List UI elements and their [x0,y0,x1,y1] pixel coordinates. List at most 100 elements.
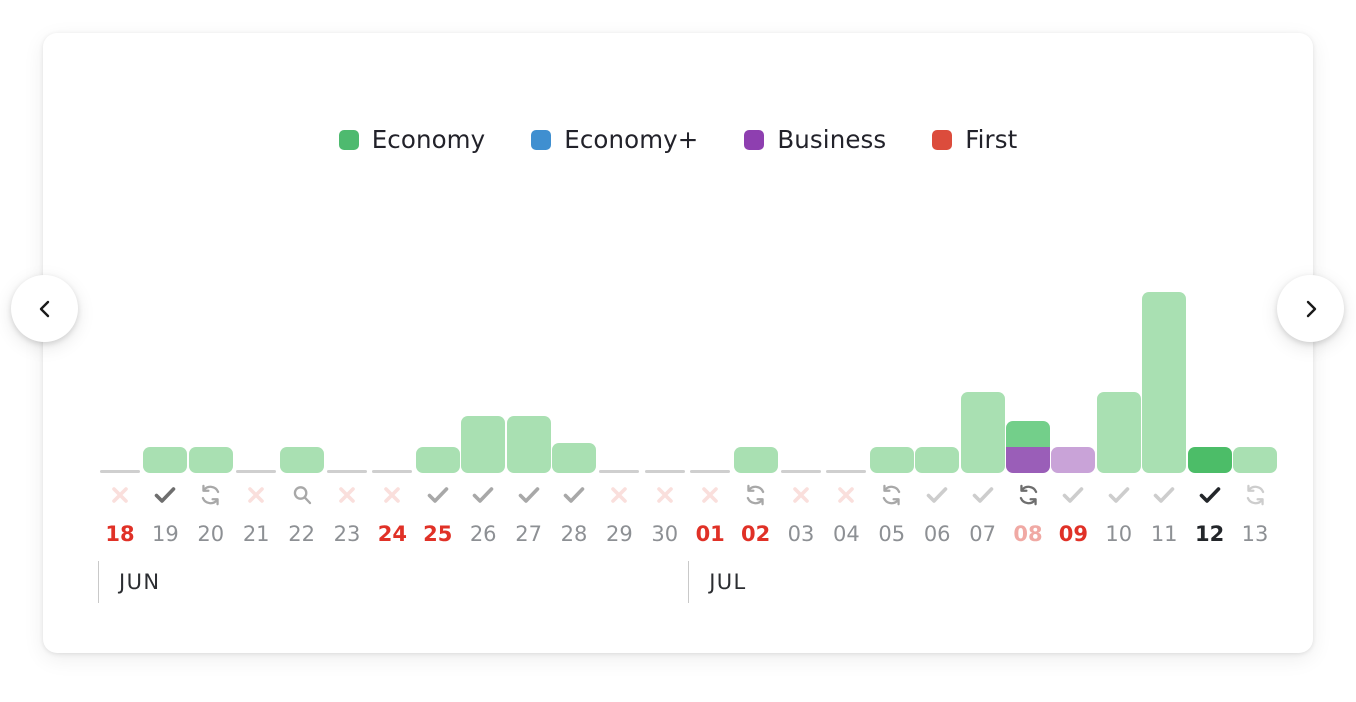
date-label[interactable]: 24 [370,519,414,549]
bar-stack[interactable] [1187,447,1232,473]
bar-stack[interactable] [1051,447,1096,473]
bar-column[interactable] [1142,33,1187,473]
bar-stack[interactable] [552,443,596,473]
check-icon[interactable] [961,476,1005,514]
x-icon[interactable] [98,476,142,514]
bar-stack[interactable] [1142,292,1187,473]
date-label[interactable]: 05 [870,519,914,549]
bar-column[interactable] [143,33,188,473]
x-icon[interactable] [325,476,369,514]
bar-column[interactable] [733,33,778,473]
bar-column[interactable] [960,33,1005,473]
date-label[interactable]: 10 [1097,519,1141,549]
bar-column[interactable] [1051,33,1096,473]
search-icon[interactable] [280,476,324,514]
x-icon[interactable] [234,476,278,514]
bar-stack[interactable] [188,447,233,473]
bar-column[interactable] [234,33,278,473]
bar-column[interactable] [325,33,369,473]
month-label: JUN [119,570,161,594]
bar-column[interactable] [643,33,687,473]
check-icon[interactable] [143,476,187,514]
bar-column[interactable] [824,33,868,473]
bar-column[interactable] [869,33,914,473]
refresh-icon[interactable] [1006,476,1050,514]
bar-column[interactable] [370,33,414,473]
zero-value-tick [826,470,867,473]
refresh-icon[interactable] [1233,476,1277,514]
bar-column[interactable] [688,33,732,473]
bar-column[interactable] [552,33,596,473]
bar-column[interactable] [98,33,142,473]
date-label[interactable]: 07 [961,519,1005,549]
check-icon[interactable] [461,476,505,514]
check-icon[interactable] [915,476,959,514]
date-label[interactable]: 01 [688,519,732,549]
bar-stack[interactable] [960,392,1005,473]
bar-column[interactable] [415,33,460,473]
date-label[interactable]: 11 [1142,519,1186,549]
bar-stack[interactable] [415,447,460,473]
date-label[interactable]: 08 [1006,519,1050,549]
date-label[interactable]: 06 [915,519,959,549]
date-label[interactable]: 03 [779,519,823,549]
bar-stack[interactable] [915,447,960,473]
bar-column[interactable] [1006,33,1050,473]
bar-column[interactable] [506,33,551,473]
x-icon[interactable] [370,476,414,514]
next-week-button[interactable] [1277,275,1344,342]
x-icon[interactable] [688,476,732,514]
bar-stack[interactable] [1233,447,1277,473]
x-icon[interactable] [779,476,823,514]
date-label[interactable]: 02 [734,519,778,549]
check-icon[interactable] [1097,476,1141,514]
date-label[interactable]: 25 [416,519,460,549]
x-icon[interactable] [824,476,868,514]
date-label[interactable]: 26 [461,519,505,549]
fare-bar-chart [98,33,1278,473]
check-icon[interactable] [1188,476,1232,514]
date-label[interactable]: 28 [552,519,596,549]
bar-stack[interactable] [1096,392,1141,473]
date-label[interactable]: 30 [643,519,687,549]
bar-stack[interactable] [461,416,506,473]
bar-stack[interactable] [1006,421,1050,473]
date-label[interactable]: 27 [507,519,551,549]
bar-column[interactable] [1187,33,1232,473]
bar-column[interactable] [1233,33,1277,473]
check-icon[interactable] [1142,476,1186,514]
bar-column[interactable] [188,33,233,473]
bar-stack[interactable] [733,447,778,473]
bar-stack[interactable] [279,447,324,473]
refresh-icon[interactable] [189,476,233,514]
date-label[interactable]: 04 [824,519,868,549]
bar-stack[interactable] [143,447,188,473]
date-label[interactable]: 18 [98,519,142,549]
check-icon[interactable] [507,476,551,514]
check-icon[interactable] [1051,476,1095,514]
date-label[interactable]: 20 [189,519,233,549]
date-label[interactable]: 09 [1051,519,1095,549]
check-icon[interactable] [552,476,596,514]
bar-column[interactable] [915,33,960,473]
bar-column[interactable] [779,33,823,473]
check-icon[interactable] [416,476,460,514]
bar-column[interactable] [1096,33,1141,473]
date-label[interactable]: 29 [597,519,641,549]
bar-stack[interactable] [869,447,914,473]
x-icon[interactable] [597,476,641,514]
date-label[interactable]: 23 [325,519,369,549]
date-label[interactable]: 13 [1233,519,1277,549]
x-icon[interactable] [643,476,687,514]
previous-week-button[interactable] [11,275,78,342]
date-label[interactable]: 19 [143,519,187,549]
refresh-icon[interactable] [870,476,914,514]
date-label[interactable]: 22 [280,519,324,549]
bar-column[interactable] [461,33,506,473]
bar-column[interactable] [279,33,324,473]
refresh-icon[interactable] [734,476,778,514]
bar-stack[interactable] [506,416,551,473]
bar-column[interactable] [597,33,641,473]
date-label[interactable]: 12 [1188,519,1232,549]
date-label[interactable]: 21 [234,519,278,549]
